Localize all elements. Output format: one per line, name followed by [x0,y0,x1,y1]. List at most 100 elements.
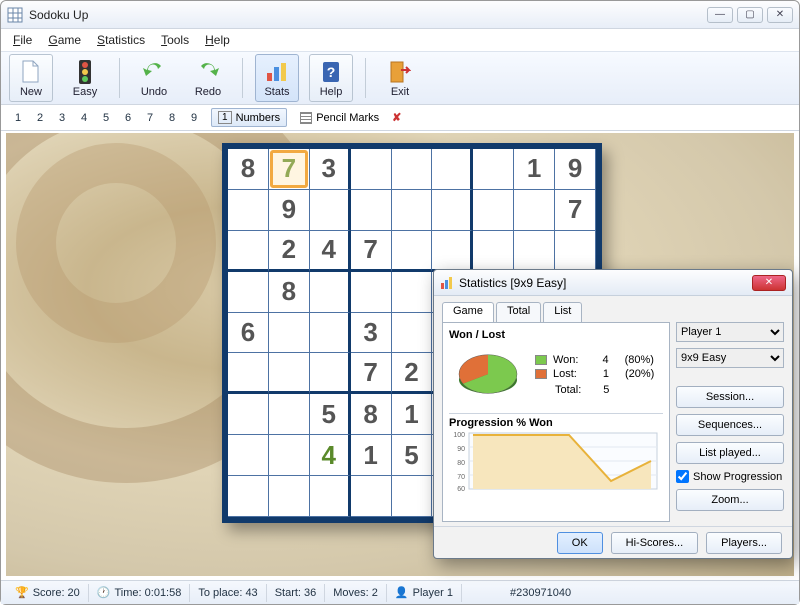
cell-1-4[interactable] [392,190,433,231]
cell-0-5[interactable] [432,149,473,190]
players-button[interactable]: Players... [706,532,782,554]
cell-0-7[interactable]: 1 [514,149,555,190]
cell-1-8[interactable]: 7 [555,190,596,231]
ok-button[interactable]: OK [557,532,603,554]
cell-1-0[interactable] [228,190,269,231]
cell-7-1[interactable] [269,435,310,476]
digit-5[interactable]: 5 [95,108,117,128]
easy-button[interactable]: Easy [63,54,107,102]
digit-4[interactable]: 4 [73,108,95,128]
cell-6-3[interactable]: 8 [351,394,392,435]
new-button[interactable]: New [9,54,53,102]
cell-8-4[interactable] [392,476,433,517]
close-button[interactable]: ✕ [767,7,793,23]
cell-8-2[interactable] [310,476,351,517]
session-button[interactable]: Session... [676,386,784,408]
sequences-button[interactable]: Sequences... [676,414,784,436]
cell-5-3[interactable]: 7 [351,353,392,394]
maximize-button[interactable]: ▢ [737,7,763,23]
cell-6-2[interactable]: 5 [310,394,351,435]
cell-2-2[interactable]: 4 [310,231,351,272]
cell-6-4[interactable]: 1 [392,394,433,435]
cell-0-4[interactable] [392,149,433,190]
cell-4-4[interactable] [392,313,433,354]
cell-1-1[interactable]: 9 [269,190,310,231]
cell-5-4[interactable]: 2 [392,353,433,394]
digit-2[interactable]: 2 [29,108,51,128]
cell-2-6[interactable] [473,231,514,272]
cell-1-2[interactable] [310,190,351,231]
cell-2-3[interactable]: 7 [351,231,392,272]
list-played-button[interactable]: List played... [676,442,784,464]
cell-7-3[interactable]: 1 [351,435,392,476]
tab-game[interactable]: Game [442,302,494,322]
digit-6[interactable]: 6 [117,108,139,128]
digit-9[interactable]: 9 [183,108,205,128]
cell-3-3[interactable] [351,272,392,313]
cell-1-5[interactable] [432,190,473,231]
menu-tools[interactable]: Tools [153,31,197,49]
cell-6-1[interactable] [269,394,310,435]
cell-4-0[interactable]: 6 [228,313,269,354]
digit-8[interactable]: 8 [161,108,183,128]
cell-1-3[interactable] [351,190,392,231]
cell-2-4[interactable] [392,231,433,272]
cell-7-4[interactable]: 5 [392,435,433,476]
player-select[interactable]: Player 1 [676,322,784,342]
menu-file[interactable]: File [5,31,40,49]
digit-7[interactable]: 7 [139,108,161,128]
hiscores-button[interactable]: Hi-Scores... [611,532,698,554]
cell-8-0[interactable] [228,476,269,517]
help-button[interactable]: ? Help [309,54,353,102]
cell-1-6[interactable] [473,190,514,231]
minimize-button[interactable]: — [707,7,733,23]
cell-2-1[interactable]: 2 [269,231,310,272]
cell-2-5[interactable] [432,231,473,272]
cell-2-7[interactable] [514,231,555,272]
tab-list[interactable]: List [543,302,582,322]
digit-1[interactable]: 1 [7,108,29,128]
cell-1-7[interactable] [514,190,555,231]
digit-3[interactable]: 3 [51,108,73,128]
numbers-mode-button[interactable]: 1 Numbers [211,108,287,127]
cell-0-8[interactable]: 9 [555,149,596,190]
dialog-close-button[interactable]: ✕ [752,275,786,291]
cell-6-0[interactable] [228,394,269,435]
cell-8-1[interactable] [269,476,310,517]
cell-2-0[interactable] [228,231,269,272]
cell-7-0[interactable] [228,435,269,476]
cell-4-3[interactable]: 3 [351,313,392,354]
cell-0-3[interactable] [351,149,392,190]
menu-game[interactable]: Game [40,31,89,49]
show-progression-checkbox[interactable]: Show Progression [676,470,784,483]
cell-0-6[interactable] [473,149,514,190]
status-start: Start: 36 [275,587,317,599]
menu-help[interactable]: Help [197,31,238,49]
exit-button[interactable]: Exit [378,54,422,102]
redo-button[interactable]: Redo [186,54,230,102]
cell-0-2[interactable]: 3 [310,149,351,190]
cell-4-1[interactable] [269,313,310,354]
stats-button[interactable]: Stats [255,54,299,102]
cell-0-1[interactable]: 7 [269,149,310,190]
cell-8-3[interactable] [351,476,392,517]
menu-statistics[interactable]: Statistics [89,31,153,49]
cell-3-4[interactable] [392,272,433,313]
cell-0-0[interactable]: 8 [228,149,269,190]
cell-7-2[interactable]: 4 [310,435,351,476]
clear-icon[interactable]: ✘ [392,111,401,124]
cell-3-1[interactable]: 8 [269,272,310,313]
undo-button[interactable]: Undo [132,54,176,102]
cell-3-2[interactable] [310,272,351,313]
zoom-button[interactable]: Zoom... [676,489,784,511]
cell-3-0[interactable] [228,272,269,313]
cell-4-2[interactable] [310,313,351,354]
pencil-mode-button[interactable]: Pencil Marks [293,109,386,127]
cell-5-0[interactable] [228,353,269,394]
tab-total[interactable]: Total [496,302,541,322]
difficulty-select[interactable]: 9x9 Easy [676,348,784,368]
cell-2-8[interactable] [555,231,596,272]
cell-5-2[interactable] [310,353,351,394]
cell-5-1[interactable] [269,353,310,394]
dialog-titlebar[interactable]: Statistics [9x9 Easy] ✕ [434,270,792,296]
